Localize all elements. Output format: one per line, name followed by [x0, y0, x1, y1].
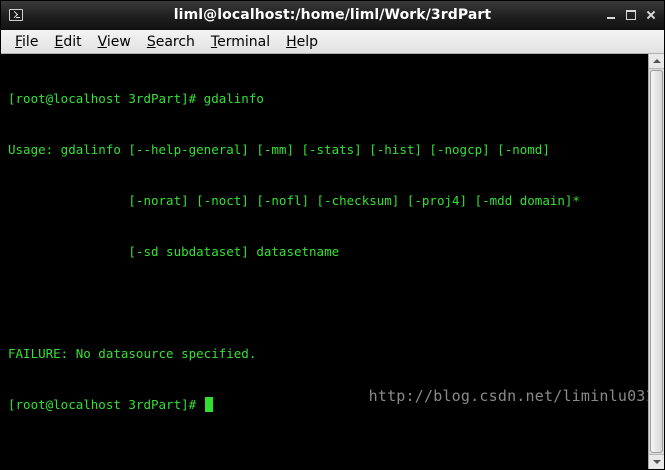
terminal-output[interactable]: [root@localhost 3rdPart]# gdalinfo Usage…: [1, 54, 649, 469]
menu-file[interactable]: File: [7, 31, 46, 53]
watermark: http://blog.csdn.net/liminlu0314: [368, 387, 664, 405]
window-controls: [604, 8, 658, 22]
menu-view[interactable]: View: [90, 31, 139, 53]
scroll-down-icon[interactable]: [649, 454, 664, 469]
terminal-line: [-sd subdataset] datasetname: [8, 244, 340, 259]
vertical-scrollbar[interactable]: [648, 54, 664, 469]
minimize-icon[interactable]: [604, 8, 618, 22]
terminal-line: Usage: gdalinfo [--help-general] [-mm] […: [8, 142, 550, 157]
scroll-up-icon[interactable]: [649, 54, 664, 69]
close-icon[interactable]: [644, 8, 658, 22]
menu-terminal[interactable]: Terminal: [203, 31, 278, 53]
terminal-window: liml@localhost:/home/liml/Work/3rdPart F…: [0, 0, 665, 470]
text-cursor: [204, 397, 213, 412]
menu-edit[interactable]: Edit: [46, 31, 89, 53]
menu-bar: File Edit View Search Terminal Help: [1, 30, 664, 54]
terminal-line: [-norat] [-noct] [-nofl] [-checksum] [-p…: [8, 193, 580, 208]
scroll-thumb[interactable]: [650, 70, 663, 453]
menu-search[interactable]: Search: [139, 31, 203, 53]
terminal-line: FAILURE: No datasource specified.: [8, 346, 257, 361]
window-title: liml@localhost:/home/liml/Work/3rdPart: [173, 7, 492, 23]
shell-prompt: [root@localhost 3rdPart]#: [8, 397, 204, 412]
terminal-line: [root@localhost 3rdPart]# gdalinfo: [8, 91, 264, 106]
title-bar[interactable]: liml@localhost:/home/liml/Work/3rdPart: [1, 1, 664, 31]
menu-help[interactable]: Help: [278, 31, 326, 53]
maximize-icon[interactable]: [624, 8, 638, 22]
